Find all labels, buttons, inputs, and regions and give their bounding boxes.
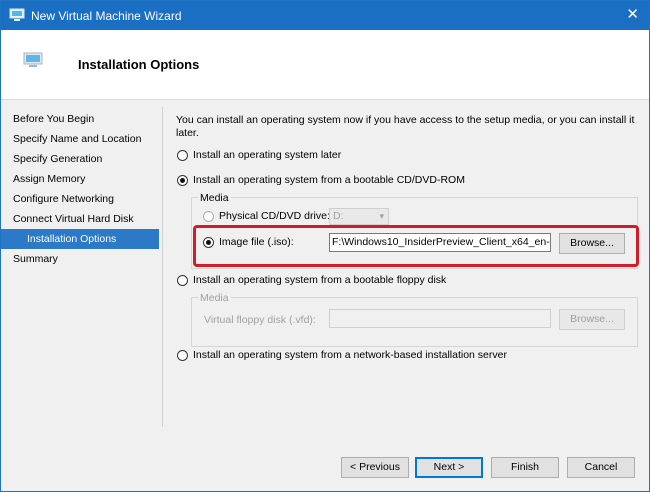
install-later-label[interactable]: Install an operating system later xyxy=(193,149,341,161)
nav-step-installation-options[interactable]: Installation Options xyxy=(1,229,159,249)
nav-step-hard-disk[interactable]: Connect Virtual Hard Disk xyxy=(1,209,159,229)
virtual-machine-icon xyxy=(23,52,43,67)
intro-text: You can install an operating system now … xyxy=(176,114,635,139)
nav-step-generation[interactable]: Specify Generation xyxy=(1,149,159,169)
virtual-machine-icon xyxy=(9,8,25,21)
nav-step-name-location[interactable]: Specify Name and Location xyxy=(1,129,159,149)
next-button[interactable]: Next > xyxy=(415,457,483,478)
page-header: Installation Options xyxy=(1,30,649,100)
install-network-label[interactable]: Install an operating system from a netwo… xyxy=(193,349,507,361)
radio-install-later[interactable] xyxy=(177,150,188,161)
install-cd-label[interactable]: Install an operating system from a boota… xyxy=(193,174,465,186)
nav-step-before-you-begin[interactable]: Before You Begin xyxy=(1,109,159,129)
nav-step-networking[interactable]: Configure Networking xyxy=(1,189,159,209)
radio-install-floppy[interactable] xyxy=(177,275,188,286)
cancel-button[interactable]: Cancel xyxy=(567,457,635,478)
wizard-steps-nav: Before You Begin Specify Name and Locati… xyxy=(1,109,159,269)
wizard-window: New Virtual Machine Wizard ✕ Installatio… xyxy=(0,0,650,492)
vfd-label: Virtual floppy disk (.vfd): xyxy=(204,314,316,326)
divider xyxy=(162,107,163,427)
chevron-down-icon: ▾ xyxy=(379,211,384,221)
physical-drive-value: D: xyxy=(333,210,344,222)
physical-drive-label[interactable]: Physical CD/DVD drive: xyxy=(219,210,330,222)
window-title: New Virtual Machine Wizard xyxy=(31,9,182,23)
radio-install-network[interactable] xyxy=(177,350,188,361)
finish-button[interactable]: Finish xyxy=(491,457,559,478)
install-floppy-label[interactable]: Install an operating system from a boota… xyxy=(193,274,446,286)
nav-step-memory[interactable]: Assign Memory xyxy=(1,169,159,189)
media-legend: Media xyxy=(198,192,231,204)
browse-vfd-button[interactable]: Browse... xyxy=(559,309,625,330)
previous-button[interactable]: < Previous xyxy=(341,457,409,478)
radio-install-cd[interactable] xyxy=(177,175,188,186)
title-bar: New Virtual Machine Wizard ✕ xyxy=(1,1,649,30)
highlight-box xyxy=(193,225,639,267)
physical-drive-select[interactable]: D: ▾ xyxy=(329,208,389,225)
close-icon[interactable]: ✕ xyxy=(626,6,639,24)
nav-step-summary[interactable]: Summary xyxy=(1,249,159,269)
page-title: Installation Options xyxy=(78,57,200,72)
vfd-input[interactable] xyxy=(329,309,551,328)
radio-physical-drive[interactable] xyxy=(203,211,214,222)
floppy-media-legend: Media xyxy=(198,292,231,304)
